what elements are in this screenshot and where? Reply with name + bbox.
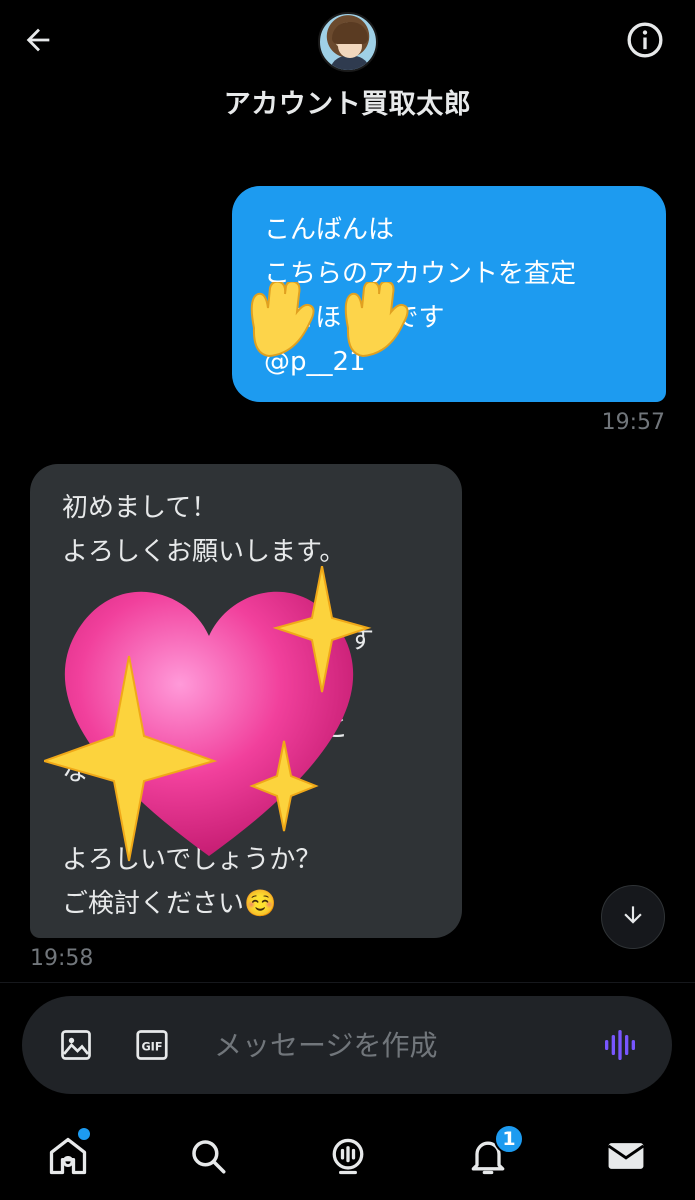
conversation-title[interactable]: アカウント買取太郎 — [0, 82, 695, 121]
tab-messages[interactable] — [602, 1134, 650, 1182]
tab-home[interactable] — [44, 1134, 92, 1182]
info-button[interactable] — [625, 22, 665, 62]
arrow-down-icon — [620, 902, 646, 932]
notification-count-badge: 1 — [494, 1124, 524, 1154]
outgoing-message-bubble[interactable]: こんばんは こちらのアカウントを査定 してほしいです @p__21 — [232, 186, 666, 402]
bottom-tab-bar: 1 — [0, 1108, 695, 1200]
message-timestamp: 19:57 — [601, 410, 665, 435]
back-button[interactable] — [18, 22, 58, 62]
avatar[interactable] — [318, 12, 378, 72]
divider — [0, 982, 695, 983]
gif-icon[interactable]: GIF — [132, 1025, 172, 1065]
incoming-message-bubble[interactable]: 初めまして！ よろしくお願いします。 ます 】と な よろしいでしょうか？ ご検… — [30, 464, 462, 938]
arrow-left-icon — [21, 23, 55, 61]
new-content-dot — [78, 1128, 90, 1140]
message-composer: GIF — [22, 996, 672, 1094]
scroll-to-bottom-button[interactable] — [601, 885, 665, 949]
svg-text:GIF: GIF — [141, 1040, 162, 1053]
message-timestamp: 19:58 — [30, 946, 94, 971]
info-icon — [625, 20, 665, 64]
message-input[interactable] — [214, 1022, 574, 1068]
search-icon — [187, 1135, 229, 1181]
home-icon — [46, 1134, 90, 1182]
image-icon[interactable] — [56, 1025, 96, 1065]
tab-search[interactable] — [184, 1134, 232, 1182]
voice-message-icon[interactable] — [600, 1025, 640, 1065]
tab-spaces[interactable] — [324, 1134, 372, 1182]
conversation-header: アカウント買取太郎 — [0, 0, 695, 132]
microphone-icon — [326, 1134, 370, 1182]
envelope-icon — [604, 1134, 648, 1182]
